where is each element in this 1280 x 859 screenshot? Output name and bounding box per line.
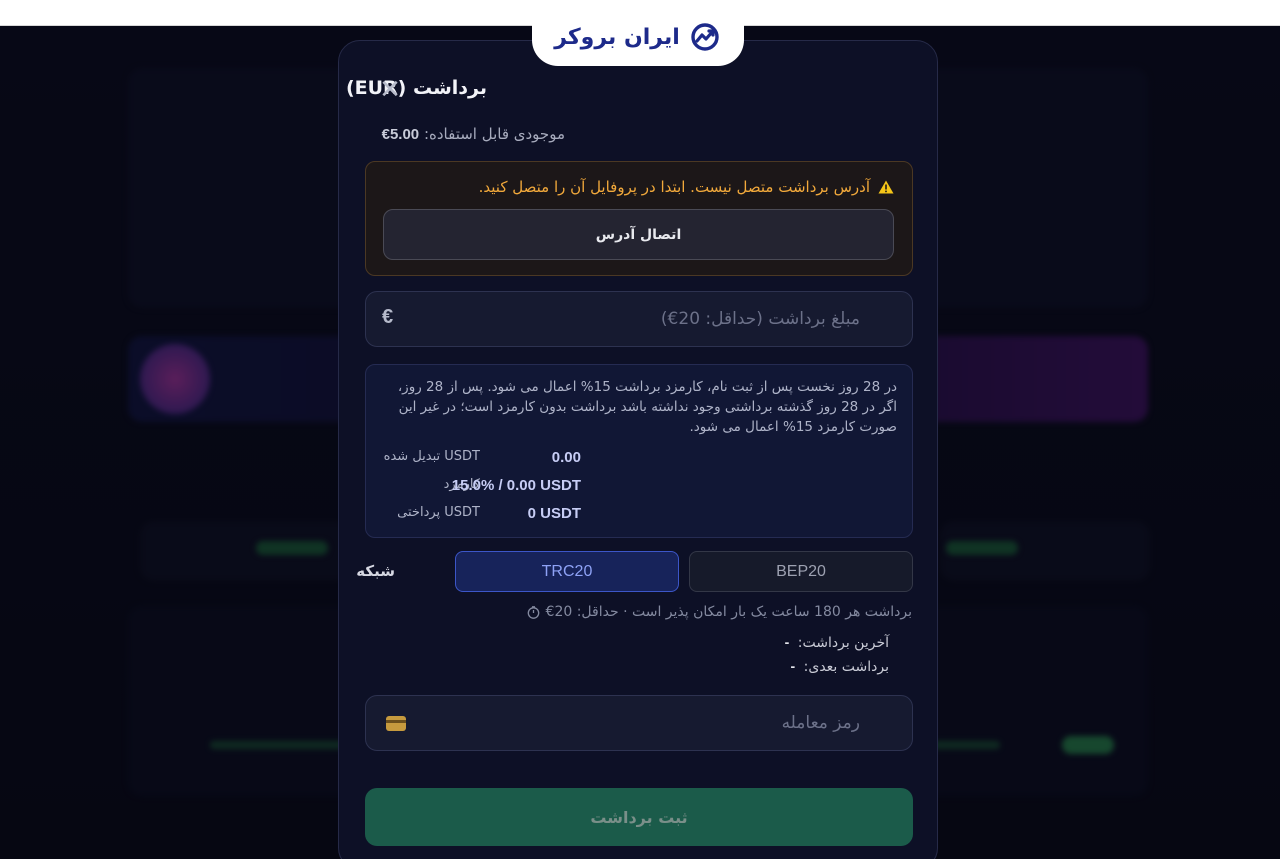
fee-info-box: در 28 روز نخست پس از ثبت نام، کارمزد برد…: [365, 364, 913, 538]
trade-password-field: [365, 695, 913, 751]
address-alert: آدرس برداشت متصل نیست. ابتدا در پروفایل …: [365, 161, 913, 276]
network-label: شبکه: [356, 562, 395, 580]
close-icon[interactable]: ✕: [375, 75, 405, 105]
available-balance: موجودی قابل استفاده: 5.00€: [382, 125, 565, 143]
warning-icon: [878, 180, 894, 194]
connect-address-button[interactable]: اتصال آدرس: [383, 209, 894, 260]
brand-name: ایران بروکر: [554, 24, 680, 50]
last-withdrawal-label: آخرین برداشت:: [797, 635, 889, 651]
modal-title: برداشت (EUR): [345, 77, 487, 99]
fee-value: 15.0% / 0.00 USDT: [451, 477, 581, 494]
amount-field: €: [365, 291, 913, 347]
converted-usdt-value: 0.00: [551, 449, 581, 466]
fee-note: در 28 روز نخست پس از ثبت نام، کارمزد برد…: [397, 379, 897, 435]
last-withdrawal: آخرین برداشت: -: [785, 634, 889, 651]
balance-label: موجودی قابل استفاده:: [423, 125, 565, 143]
paid-usdt-value: 0 USDT: [527, 505, 581, 522]
next-withdrawal-value: -: [790, 658, 796, 674]
brand-logo: ایران بروکر: [532, 8, 744, 66]
submit-withdraw-button[interactable]: ثبت برداشت: [365, 788, 913, 846]
network-option-bep20[interactable]: BEP20: [689, 551, 913, 592]
alert-message: آدرس برداشت متصل نیست. ابتدا در پروفایل …: [478, 178, 870, 196]
amount-input[interactable]: [430, 292, 860, 346]
last-withdrawal-value: -: [784, 634, 790, 650]
chart-up-logo-icon: [691, 23, 719, 51]
alert-message-row: آدرس برداشت متصل نیست. ابتدا در پروفایل …: [479, 178, 894, 196]
withdraw-modal: برداشت (EUR) ✕ موجودی قابل استفاده: 5.00…: [338, 40, 938, 859]
network-option-trc20[interactable]: TRC20: [455, 551, 679, 592]
next-withdrawal-label: برداشت بعدی:: [803, 659, 889, 675]
trade-password-input[interactable]: [430, 696, 860, 750]
euro-currency-symbol: €: [382, 306, 394, 328]
balance-value: 5.00€: [381, 126, 420, 143]
next-withdrawal: برداشت بعدی: -: [791, 658, 889, 675]
clock-icon: [527, 605, 539, 619]
withdraw-limit-text: برداشت هر 180 ساعت یک بار امکان پذیر است…: [545, 604, 912, 620]
withdraw-limit-row: برداشت هر 180 ساعت یک بار امکان پذیر است…: [527, 604, 912, 620]
card-icon: [386, 716, 406, 731]
